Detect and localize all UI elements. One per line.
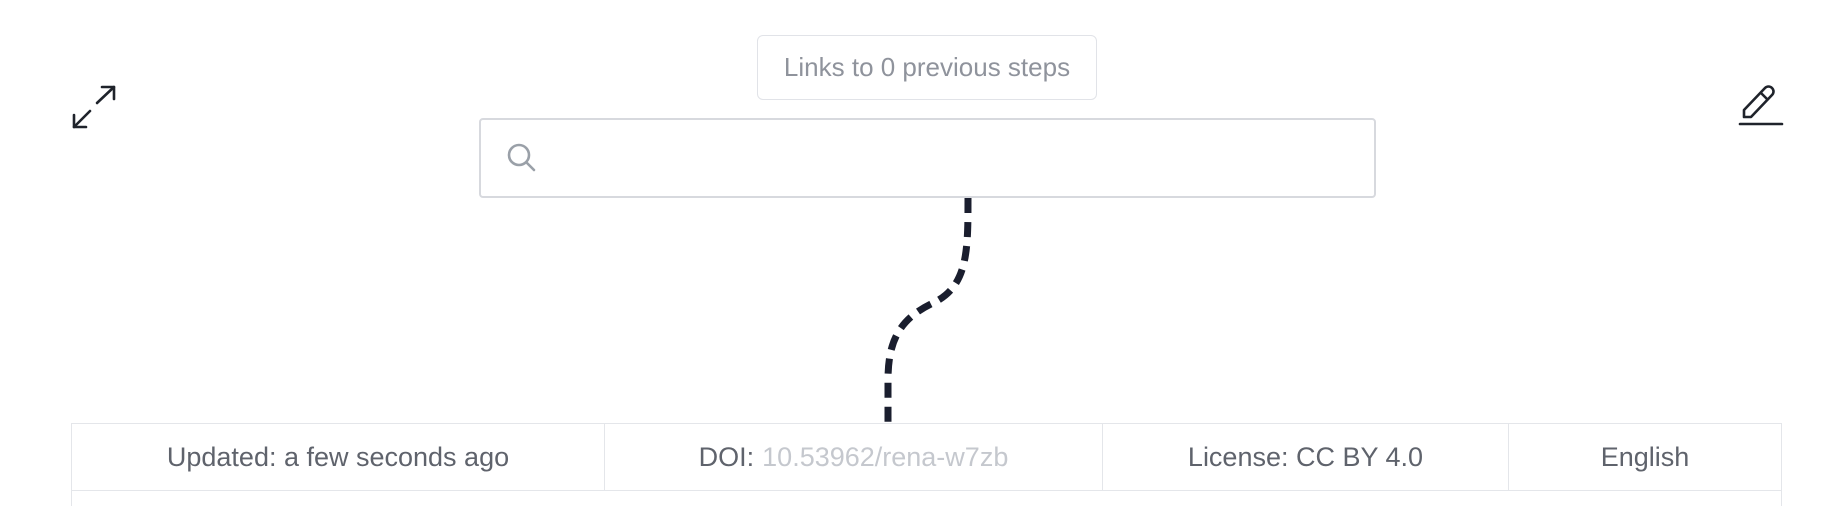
step-search-box[interactable] (479, 118, 1376, 198)
expand-arrows-icon (72, 85, 116, 129)
updated-text: Updated: a few seconds ago (166, 441, 510, 472)
language-text: English (1600, 441, 1690, 472)
previous-steps-links-label[interactable]: Links to 0 previous steps (757, 35, 1097, 100)
previous-steps-links-text: Links to 0 previous steps (783, 52, 1071, 82)
language-selector[interactable]: English (1509, 424, 1781, 490)
search-icon (507, 143, 536, 172)
doi-link[interactable]: 10.53962/rena-w7zb (762, 442, 1008, 473)
expand-button[interactable] (70, 84, 118, 132)
license-text: License: CC BY 4.0 (1187, 441, 1424, 472)
pencil-icon (1738, 85, 1784, 126)
content-panel-edge (71, 491, 1782, 506)
updated-info: Updated: a few seconds ago (72, 424, 605, 490)
edit-button[interactable] (1738, 82, 1786, 130)
doi-label: DOI: (698, 441, 755, 472)
doi-info: DOI: 10.53962/rena-w7zb (605, 424, 1103, 490)
search-input[interactable] (539, 119, 1374, 197)
step-canvas: Links to 0 previous steps Updated: a few… (0, 0, 1826, 506)
metadata-bar: Updated: a few seconds ago DOI: 10.53962… (71, 423, 1782, 491)
license-info[interactable]: License: CC BY 4.0 (1103, 424, 1509, 490)
